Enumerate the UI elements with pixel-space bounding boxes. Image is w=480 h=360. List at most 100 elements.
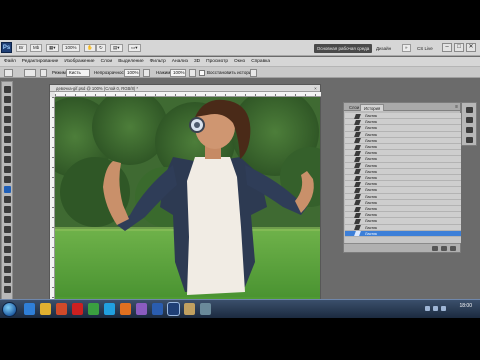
pressure-opacity-icon[interactable] (143, 69, 150, 77)
path-selection-tool-icon[interactable] (4, 246, 11, 253)
pen-tool-icon[interactable] (4, 226, 11, 233)
history-brush-source-box[interactable] (347, 213, 351, 217)
menu-file[interactable]: Файл (4, 57, 16, 66)
history-brush-source-box[interactable] (347, 195, 351, 199)
rotate-view-button[interactable]: ↻ (96, 44, 106, 52)
history-state-row[interactable]: Ластик (345, 230, 461, 237)
history-brush-source-box[interactable] (347, 207, 351, 211)
close-button[interactable]: ✕ (466, 43, 476, 52)
pressure-size-icon[interactable] (250, 69, 257, 77)
lasso-tool-icon[interactable] (4, 106, 11, 113)
view-extras-dropdown[interactable]: ▦▾ (46, 44, 59, 52)
menu-window[interactable]: Окно (234, 57, 245, 66)
healing-brush-tool-icon[interactable] (4, 146, 11, 153)
volume-icon[interactable] (433, 306, 438, 311)
pressure-input[interactable]: 100% (170, 69, 186, 77)
flag-icon[interactable] (441, 306, 446, 311)
history-brush-source-box[interactable] (347, 151, 351, 155)
network-icon[interactable] (425, 306, 430, 311)
photoshop-icon[interactable] (168, 303, 179, 315)
restore-history-checkbox[interactable] (199, 70, 205, 76)
brush-tool-icon[interactable] (4, 156, 11, 163)
history-brush-source-box[interactable] (347, 188, 351, 192)
cs-live-button[interactable]: CS Live (417, 44, 433, 53)
eraser-tool-icon[interactable] (4, 186, 11, 193)
eyedropper-tool-icon[interactable] (4, 136, 11, 143)
history-brush-source-box[interactable] (347, 157, 351, 161)
explorer-icon[interactable] (184, 303, 195, 315)
tab-history[interactable]: История (360, 104, 385, 111)
history-brush-source-box[interactable] (347, 219, 351, 223)
image-canvas[interactable] (55, 97, 320, 318)
dodge-tool-icon[interactable] (4, 216, 11, 223)
history-brush-source-box[interactable] (347, 201, 351, 205)
menu-image[interactable]: Изображение (64, 57, 94, 66)
history-brush-source-box[interactable] (347, 139, 351, 143)
masks-panel-icon[interactable] (466, 137, 473, 143)
paint-icon[interactable] (136, 303, 147, 315)
ie-icon[interactable] (24, 303, 35, 315)
history-brush-source-box[interactable] (347, 182, 351, 186)
chrome-icon[interactable] (88, 303, 99, 315)
3d-rotate-tool-icon[interactable] (4, 266, 11, 273)
bridge-button[interactable]: Br (16, 44, 27, 52)
maximize-button[interactable]: □ (454, 43, 464, 52)
skype-icon[interactable] (104, 303, 115, 315)
history-brush-source-box[interactable] (347, 164, 351, 168)
hand-tool-icon[interactable] (4, 276, 11, 283)
folder-icon[interactable] (40, 303, 51, 315)
color-panel-icon[interactable] (466, 107, 473, 113)
marquee-tool-icon[interactable] (4, 96, 11, 103)
start-button[interactable] (2, 302, 17, 317)
word-icon[interactable] (152, 303, 163, 315)
gradient-tool-icon[interactable] (4, 196, 11, 203)
history-brush-tool-icon[interactable] (4, 176, 11, 183)
menu-help[interactable]: Справка (251, 57, 270, 66)
document-tab-title[interactable]: девочка-gif.psd @ 100% (Слой 0, RGB/8) * (50, 85, 320, 92)
history-brush-source-box[interactable] (347, 226, 351, 230)
workspace-essentials-button[interactable]: Основная рабочая среда (314, 44, 372, 53)
airbrush-icon[interactable] (189, 69, 196, 77)
clone-stamp-tool-icon[interactable] (4, 166, 11, 173)
history-brush-source-box[interactable] (347, 126, 351, 130)
opacity-input[interactable]: 100% (124, 69, 140, 77)
hand-tool-button[interactable]: ✋ (84, 44, 96, 52)
workspace-design-link[interactable]: Дизайн (376, 44, 391, 53)
delete-state-icon[interactable] (450, 246, 456, 251)
minibridge-button[interactable]: Mb (30, 44, 43, 52)
history-brush-source-box[interactable] (347, 114, 351, 118)
history-brush-source-box[interactable] (347, 145, 351, 149)
document-close-icon[interactable]: × (313, 86, 318, 91)
menu-layers[interactable]: Слои (101, 57, 113, 66)
adjustments-panel-icon[interactable] (466, 127, 473, 133)
panel-menu-icon[interactable]: ≡ (455, 104, 458, 110)
screen-mode-dropdown[interactable]: ▭▾ (128, 44, 141, 52)
opera-icon[interactable] (72, 303, 83, 315)
taskbar-clock[interactable]: 18:00 (459, 303, 472, 309)
menu-select[interactable]: Выделение (118, 57, 143, 66)
new-snapshot-icon[interactable] (441, 246, 447, 251)
history-brush-source-box[interactable] (347, 120, 351, 124)
brush-panel-toggle-icon[interactable] (40, 69, 47, 77)
quick-selection-tool-icon[interactable] (4, 116, 11, 123)
menu-3d[interactable]: 3D (194, 57, 200, 66)
history-brush-source-box[interactable] (347, 170, 351, 174)
history-brush-source-box[interactable] (347, 232, 351, 236)
workspace-more-button[interactable]: » (402, 44, 411, 52)
arrange-documents-dropdown[interactable]: ▤▾ (110, 44, 123, 52)
menu-view[interactable]: Просмотр (206, 57, 228, 66)
mode-select[interactable]: Кисть (66, 69, 90, 77)
swatches-panel-icon[interactable] (466, 117, 473, 123)
move-tool-icon[interactable] (4, 86, 11, 93)
blur-tool-icon[interactable] (4, 206, 11, 213)
menu-edit[interactable]: Редактирование (22, 57, 59, 66)
firefox-icon[interactable] (120, 303, 131, 315)
menu-analysis[interactable]: Анализ (172, 57, 188, 66)
brush-size-picker[interactable] (24, 69, 36, 77)
history-brush-source-box[interactable] (347, 176, 351, 180)
zoom-level-dropdown[interactable]: 100% (62, 44, 80, 52)
app-icon[interactable] (200, 303, 211, 315)
zoom-tool-icon[interactable] (4, 286, 11, 293)
history-brush-source-box[interactable] (347, 133, 351, 137)
menu-filter[interactable]: Фильтр (150, 57, 166, 66)
